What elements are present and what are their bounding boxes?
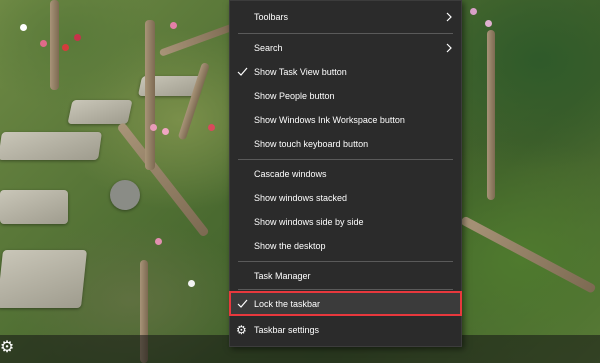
wallpaper-stone	[67, 100, 133, 124]
menu-item-taskbar-settings[interactable]: ⚙ Taskbar settings	[230, 318, 461, 342]
menu-item-show-windows-side-by-side[interactable]: Show windows side by side	[230, 210, 461, 234]
menu-item-lock-the-taskbar[interactable]: Lock the taskbar	[230, 292, 461, 316]
menu-item-label: Taskbar settings	[254, 325, 320, 335]
menu-item-label: Task Manager	[254, 271, 311, 281]
wallpaper-flower	[162, 128, 169, 135]
wallpaper-flower	[150, 124, 157, 131]
wallpaper-stone	[0, 132, 102, 160]
wallpaper-flower	[155, 238, 162, 245]
menu-separator	[238, 261, 453, 262]
wallpaper-flower	[208, 124, 215, 131]
gear-icon[interactable]: ⚙	[0, 337, 14, 359]
menu-item-toolbars[interactable]: Toolbars	[230, 5, 461, 29]
menu-item-label: Cascade windows	[254, 169, 327, 179]
wallpaper-stone	[0, 190, 68, 224]
wallpaper-stone	[0, 250, 88, 308]
checkmark-icon	[237, 67, 248, 76]
wallpaper-flower	[170, 22, 177, 29]
menu-item-label: Show touch keyboard button	[254, 139, 369, 149]
menu-item-show-touch-keyboard-button[interactable]: Show touch keyboard button	[230, 132, 461, 156]
wallpaper-branch	[116, 121, 210, 238]
wallpaper-flower	[74, 34, 81, 41]
wallpaper-flower	[62, 44, 69, 51]
menu-item-label: Show Task View button	[254, 67, 347, 77]
wallpaper-flower	[470, 8, 477, 15]
menu-item-label: Show the desktop	[254, 241, 326, 251]
menu-item-show-the-desktop[interactable]: Show the desktop	[230, 234, 461, 258]
menu-separator	[238, 33, 453, 34]
wallpaper-stone	[110, 180, 140, 210]
menu-item-label: Show windows stacked	[254, 193, 348, 203]
menu-item-label: Search	[254, 43, 283, 53]
menu-item-label: Show People button	[254, 91, 335, 101]
menu-item-show-windows-ink-workspace-button[interactable]: Show Windows Ink Workspace button	[230, 108, 461, 132]
wallpaper-flower	[188, 280, 195, 287]
wallpaper-branch	[50, 0, 59, 90]
chevron-right-icon	[446, 12, 452, 22]
chevron-right-icon	[446, 43, 452, 53]
wallpaper-branch	[177, 61, 210, 141]
menu-item-show-people-button[interactable]: Show People button	[230, 84, 461, 108]
menu-item-label: Lock the taskbar	[254, 299, 321, 309]
wallpaper-flower	[40, 40, 47, 47]
gear-icon: ⚙	[236, 323, 247, 337]
menu-item-search[interactable]: Search	[230, 36, 461, 60]
wallpaper-flower	[485, 20, 492, 27]
menu-item-task-manager[interactable]: Task Manager	[230, 264, 461, 288]
menu-item-show-windows-stacked[interactable]: Show windows stacked	[230, 186, 461, 210]
menu-item-show-task-view-button[interactable]: Show Task View button	[230, 60, 461, 84]
wallpaper-branch	[487, 30, 495, 200]
menu-item-cascade-windows[interactable]: Cascade windows	[230, 162, 461, 186]
wallpaper-branch	[145, 20, 155, 170]
wallpaper-flower	[20, 24, 27, 31]
checkmark-icon	[237, 299, 248, 308]
menu-separator	[238, 159, 453, 160]
menu-item-label: Show windows side by side	[254, 217, 364, 227]
wallpaper-branch	[459, 215, 597, 294]
menu-item-label: Show Windows Ink Workspace button	[254, 115, 405, 125]
menu-separator	[238, 289, 453, 290]
menu-item-label: Toolbars	[254, 12, 289, 22]
